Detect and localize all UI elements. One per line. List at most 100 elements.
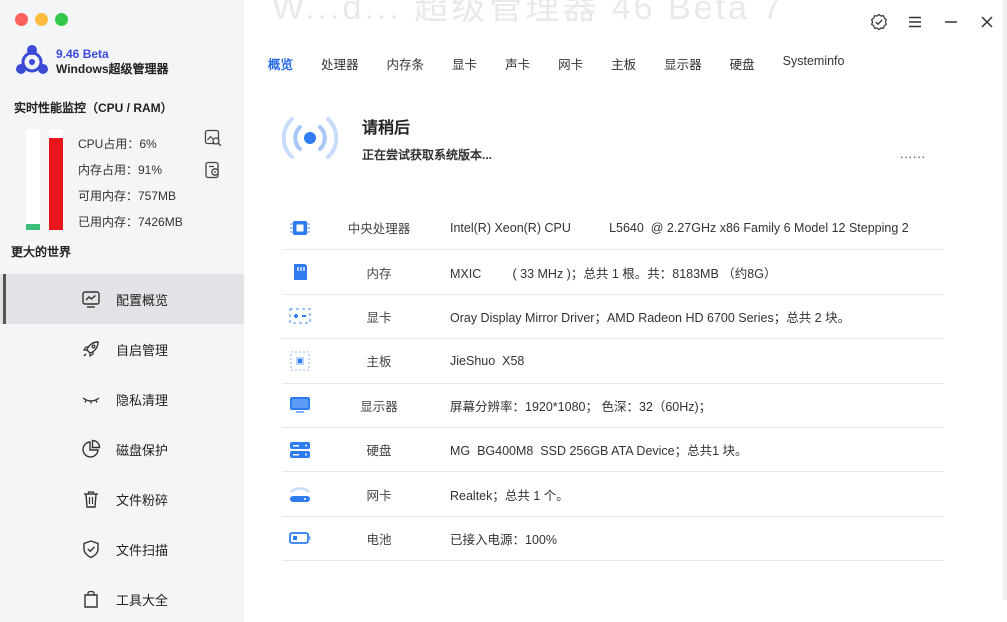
info-label: 电池 (366, 532, 392, 547)
menu-item-label: 文件扫描 (116, 542, 169, 558)
menu-item-label: 配置概览 (116, 292, 169, 308)
mem-usage-text: 内存占用：91% (78, 163, 163, 177)
verified-badge-icon[interactable] (869, 12, 889, 32)
shield-check-icon (80, 538, 102, 560)
info-label: 显卡 (366, 310, 392, 325)
info-label: 网卡 (366, 488, 392, 503)
tab-disk[interactable]: 硬盘 (730, 54, 755, 73)
menu-item-privacy[interactable]: 隐私清理 (0, 374, 244, 424)
sidebar: 9.46 Beta Windows超级管理器 实时性能监控（CPU / RAM）… (0, 0, 244, 622)
memory-icon (287, 260, 313, 284)
info-value: JieShuo X58 (450, 353, 525, 368)
menu-item-label: 文件粉碎 (116, 492, 169, 508)
tab-sound[interactable]: 声卡 (505, 54, 530, 73)
tab-network[interactable]: 网卡 (558, 54, 583, 73)
broadcast-icon (281, 117, 339, 159)
app-version: 9.46 Beta (56, 47, 109, 61)
menu-item-label: 自启管理 (116, 342, 169, 358)
main-panel: W...d... 超级管理器 46 Beta 7 概览 处理器 内存条 显卡 声… (244, 0, 1007, 622)
info-row-disk: 硬盘 MG BG400M8 SSD 256GB ATA Device；总共1 块… (282, 428, 944, 473)
cpu-usage-text: CPU占用：6% (78, 137, 157, 151)
image-search-icon[interactable] (204, 129, 222, 147)
info-label: 显示器 (360, 399, 398, 414)
info-row-gpu: 显卡 Oray Display Mirror Driver；AMD Radeon… (282, 295, 944, 340)
info-row-network: 网卡 Realtek；总共 1 个。 (282, 472, 944, 517)
info-label: 中央处理器 (347, 222, 411, 237)
tagline: 更大的世界 (11, 245, 72, 259)
perf-bars (26, 129, 63, 230)
info-label: 硬盘 (366, 444, 392, 459)
info-value: MG BG400M8 SSD 256GB ATA Device；总共1 块。 (450, 444, 748, 459)
info-row-battery: 电池 已接入电源：100% (282, 517, 944, 562)
info-value: 屏幕分辨率：1920*1080； 色深：32（60Hz)； (450, 399, 712, 414)
window-traffic-lights (15, 13, 68, 26)
menu-item-file-scan[interactable]: 文件扫描 (0, 524, 244, 574)
menu-icon[interactable] (905, 12, 925, 32)
info-label: 主板 (366, 355, 392, 370)
loading-dots: ...... (900, 147, 927, 161)
file-settings-icon[interactable] (204, 161, 222, 179)
minimize-window-dot[interactable] (35, 13, 48, 26)
menu-item-label: 隐私清理 (116, 392, 169, 408)
mem-usage-bar (49, 129, 63, 230)
menu-item-overview[interactable]: 配置概览 (0, 274, 244, 324)
brand: 9.46 Beta Windows超级管理器 (14, 45, 169, 79)
menu-item-shredder[interactable]: 文件粉碎 (0, 474, 244, 524)
rocket-icon (80, 338, 102, 360)
menu-item-disk-protect[interactable]: 磁盘保护 (0, 424, 244, 474)
tab-processor[interactable]: 处理器 (321, 54, 359, 73)
motherboard-icon (287, 349, 313, 373)
tab-motherboard[interactable]: 主板 (611, 54, 636, 73)
perf-monitor-title: 实时性能监控（CPU / RAM） (14, 101, 173, 115)
tab-overview[interactable]: 概览 (268, 54, 293, 73)
perf-stats: CPU占用：6% 内存占用：91% 可用内存：757MB 已用内存：7426MB (78, 136, 183, 240)
cpu-icon (287, 216, 313, 240)
disk-icon (287, 438, 313, 462)
info-row-cpu: 中央处理器 Intel(R) Xeon(R) CPU L5640 @ 2.27G… (282, 206, 944, 251)
avail-mem-text: 可用内存：757MB (78, 189, 177, 203)
monitor-icon (287, 393, 313, 417)
loading-subtitle: 正在尝试获取系统版本... (362, 147, 493, 162)
app-logo-icon (16, 45, 48, 74)
info-value: MXIC ( 33 MHz )；总共 1 根。共：8183MB （约8G） (450, 266, 777, 281)
bag-icon (80, 588, 102, 610)
hardware-summary-list: 中央处理器 Intel(R) Xeon(R) CPU L5640 @ 2.27G… (282, 206, 944, 562)
window-controls (869, 12, 997, 32)
info-value: 已接入电源：100% (450, 532, 557, 547)
scrollbar-track[interactable] (1003, 0, 1007, 600)
wifi-icon (287, 482, 313, 506)
tab-systeminfo[interactable]: Systeminfo (783, 54, 845, 73)
dashboard-icon (80, 288, 102, 310)
minimize-icon[interactable] (941, 12, 961, 32)
loading-panel: 请稍后 正在尝试获取系统版本... (280, 112, 492, 164)
info-row-motherboard: 主板 JieShuo X58 (282, 339, 944, 384)
maximize-window-dot[interactable] (55, 13, 68, 26)
info-value: Oray Display Mirror Driver；AMD Radeon HD… (450, 310, 851, 325)
menu-item-label: 磁盘保护 (116, 442, 169, 458)
eye-closed-icon (80, 388, 102, 410)
battery-icon (287, 526, 313, 550)
close-icon[interactable] (977, 12, 997, 32)
hardware-tabs: 概览 处理器 内存条 显卡 声卡 网卡 主板 显示器 硬盘 Systeminfo (268, 54, 872, 73)
app-name: Windows超级管理器 (56, 62, 169, 76)
pie-chart-icon (80, 438, 102, 460)
cpu-usage-fill (26, 223, 40, 230)
menu-item-startup[interactable]: 自启管理 (0, 324, 244, 374)
info-row-monitor: 显示器 屏幕分辨率：1920*1080； 色深：32（60Hz)； (282, 384, 944, 428)
menu-item-label: 工具大全 (116, 592, 169, 608)
trash-icon (80, 488, 102, 510)
tab-graphics[interactable]: 显卡 (452, 54, 477, 73)
tab-memory[interactable]: 内存条 (387, 54, 425, 73)
used-mem-text: 已用内存：7426MB (78, 215, 183, 229)
info-value: Intel(R) Xeon(R) CPU L5640 @ 2.27GHz x86… (450, 220, 909, 235)
info-label: 内存 (366, 266, 392, 281)
cpu-usage-bar (26, 129, 40, 230)
close-window-dot[interactable] (15, 13, 28, 26)
loading-title: 请稍后 (362, 119, 411, 137)
tab-display[interactable]: 显示器 (664, 54, 702, 73)
background-title-watermark: W...d... 超级管理器 46 Beta 7 (272, 0, 785, 27)
info-row-memory: 内存 MXIC ( 33 MHz )；总共 1 根。共：8183MB （约8G） (282, 250, 944, 295)
mem-usage-fill (49, 138, 63, 230)
menu-item-toolbox[interactable]: 工具大全 (0, 574, 244, 622)
gpu-icon (287, 304, 313, 328)
